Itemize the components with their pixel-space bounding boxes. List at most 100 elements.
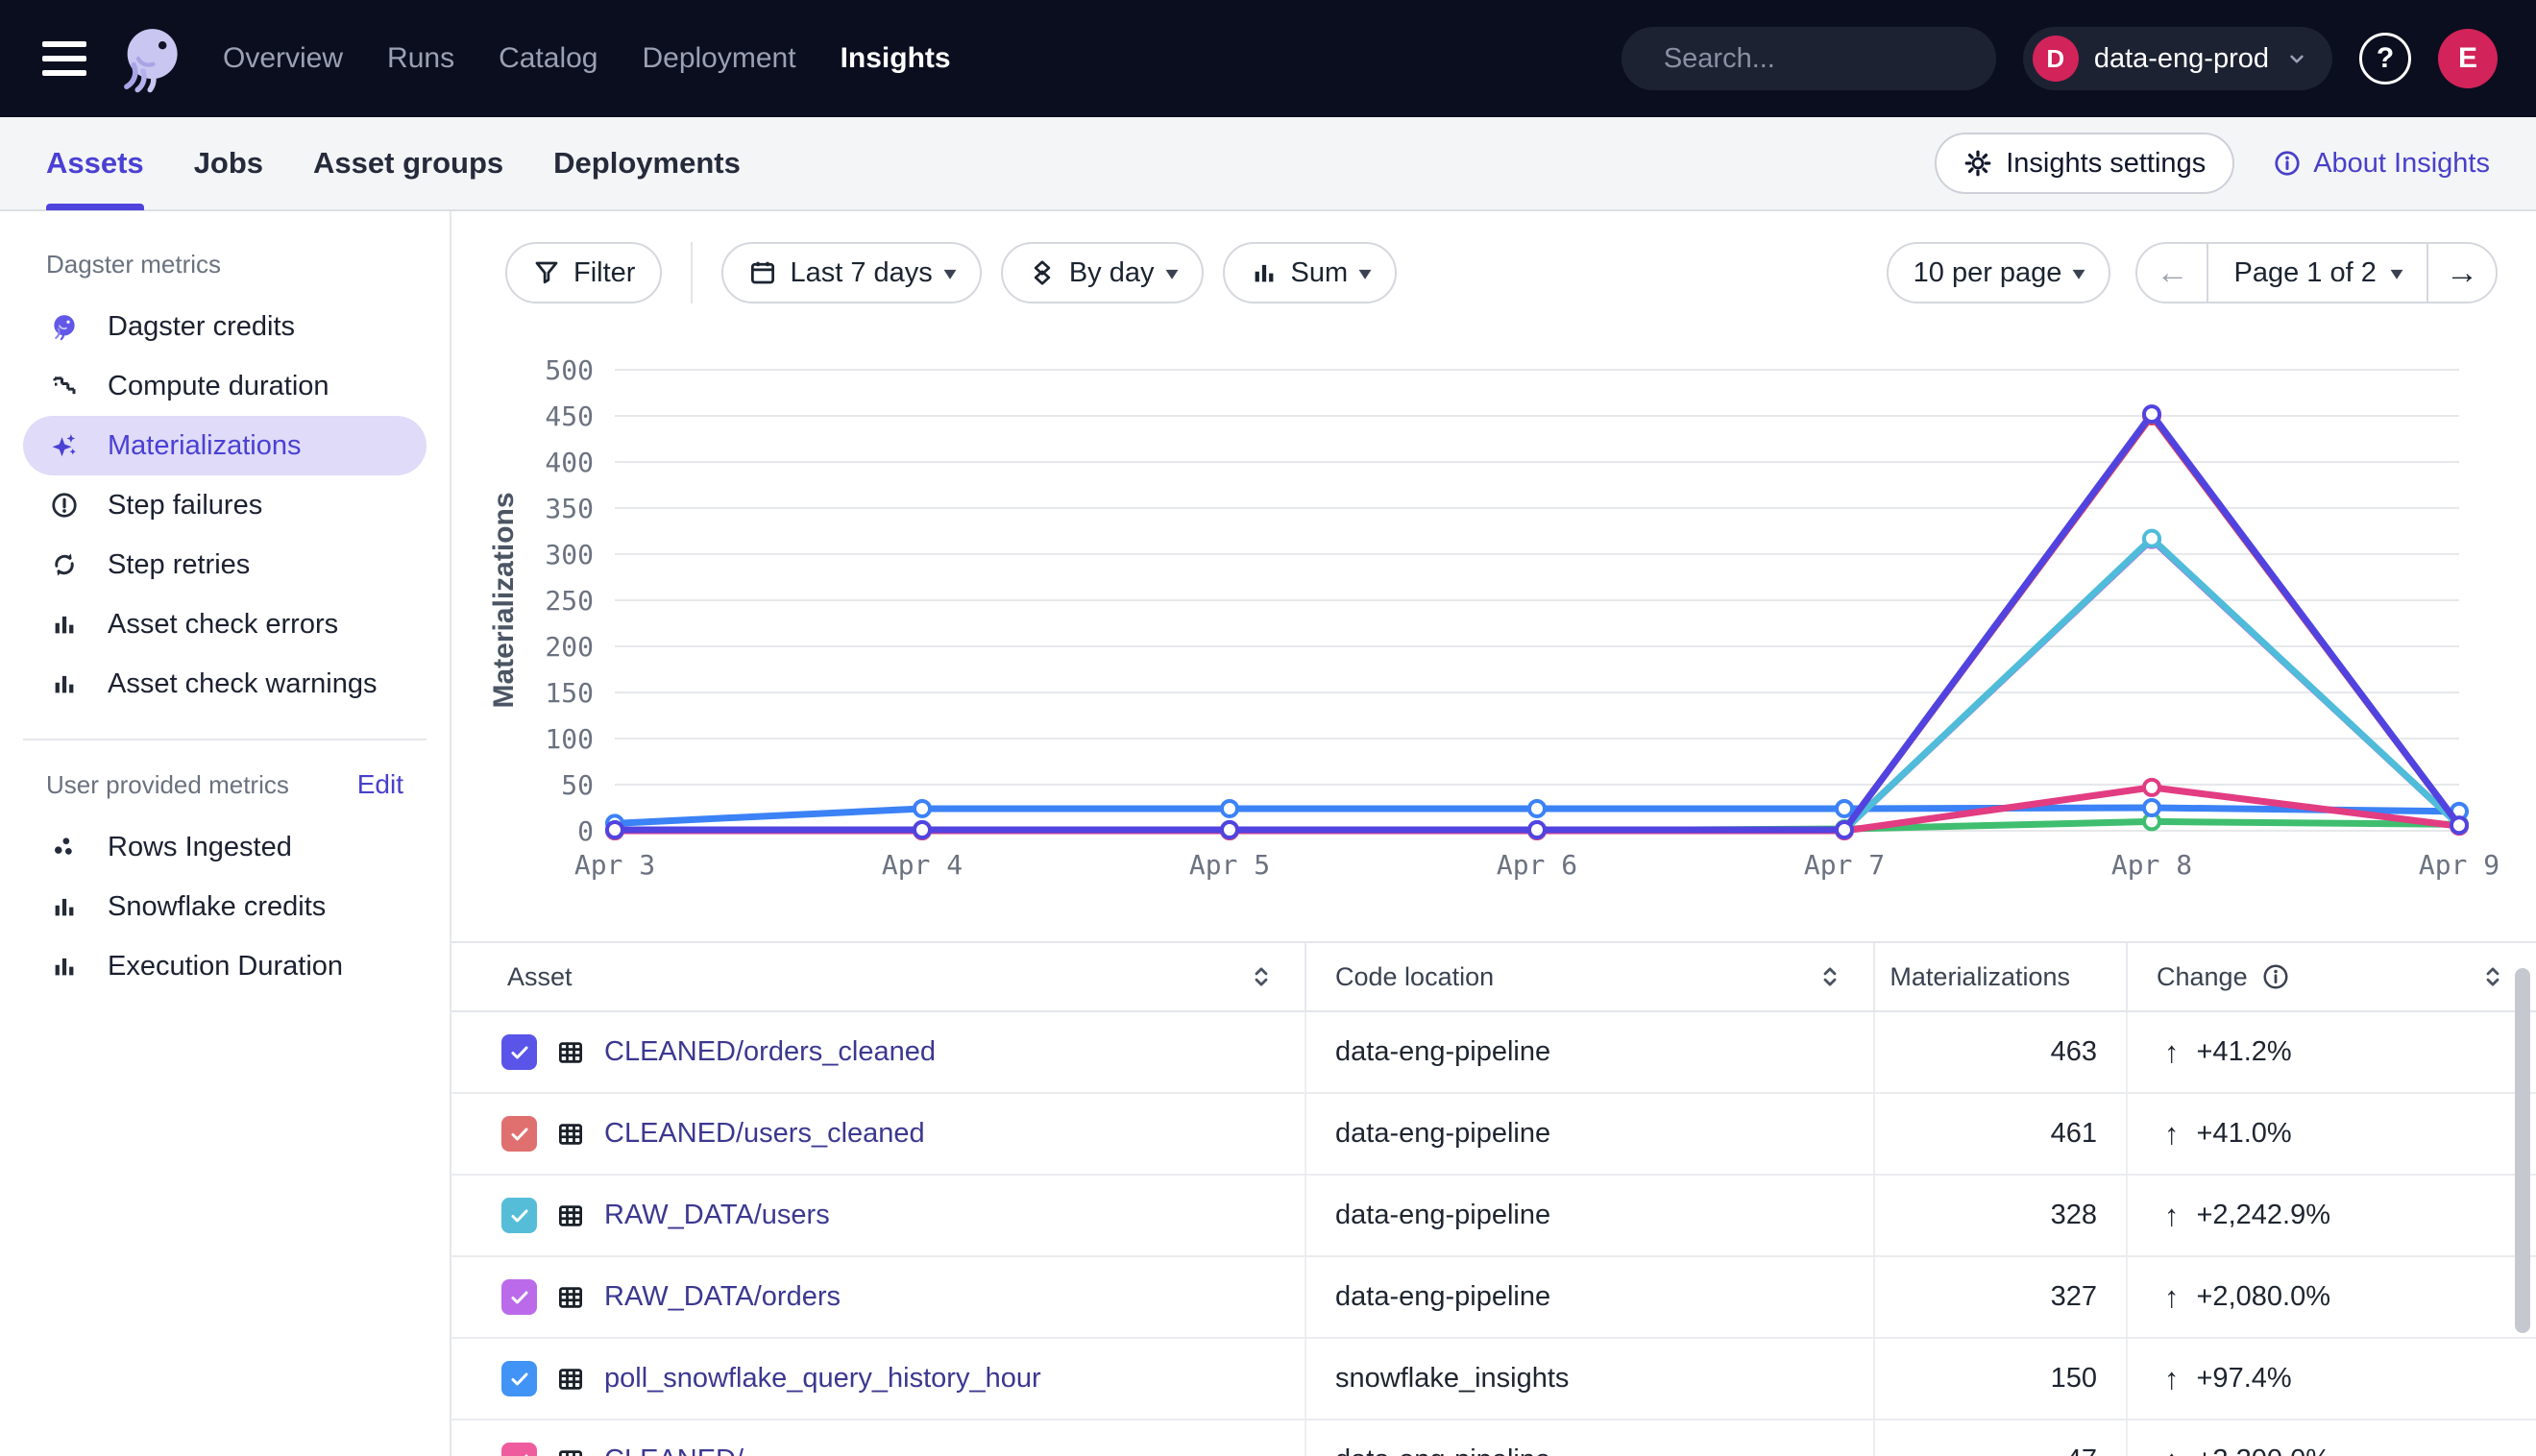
code-location-cell: data-eng-pipeline bbox=[1305, 1176, 1873, 1255]
x-axis-tick: Apr 3 bbox=[574, 849, 655, 881]
trend-up-icon: ↑ bbox=[2164, 1035, 2180, 1070]
x-axis-tick: Apr 4 bbox=[882, 849, 963, 881]
code-location-cell: data-eng-pipeline bbox=[1305, 1420, 1873, 1456]
chart-line-raw-data-orders bbox=[615, 540, 2459, 830]
chart-line-raw-data-users bbox=[615, 539, 2459, 830]
page-indicator-dropdown[interactable]: Page 1 of 2 ▾ bbox=[2207, 244, 2426, 302]
edit-metrics-link[interactable]: Edit bbox=[357, 769, 403, 800]
column-header-code-location[interactable]: Code location bbox=[1305, 943, 1873, 1010]
prev-page-button[interactable]: ← bbox=[2137, 244, 2207, 302]
asset-link[interactable]: poll_snowflake_query_history_hour bbox=[604, 1363, 1041, 1395]
chevron-down-icon bbox=[2284, 46, 2309, 71]
sidebar-item-label: Asset check warnings bbox=[108, 668, 377, 700]
nav-item-runs[interactable]: Runs bbox=[387, 42, 454, 75]
column-header-asset[interactable]: Asset bbox=[451, 943, 1305, 1010]
asset-cell: RAW_DATA/orders bbox=[451, 1257, 1305, 1337]
tab-deployments[interactable]: Deployments bbox=[553, 117, 741, 209]
materializations-cell: 461 bbox=[1873, 1094, 2126, 1174]
materializations-cell: 327 bbox=[1873, 1257, 2126, 1337]
sidebar-item-asset-check-errors[interactable]: Asset check errors bbox=[23, 595, 427, 654]
dots-icon bbox=[46, 829, 83, 865]
tab-asset-groups[interactable]: Asset groups bbox=[313, 117, 503, 209]
table-scrollbar[interactable] bbox=[2515, 968, 2530, 1333]
svg-text:400: 400 bbox=[545, 447, 594, 478]
tab-jobs[interactable]: Jobs bbox=[194, 117, 263, 209]
info-icon bbox=[2273, 149, 2302, 178]
aggregation-button[interactable]: Sum ▾ bbox=[1223, 242, 1398, 303]
change-cell: ↑+41.2% bbox=[2126, 1012, 2536, 1092]
tab-assets[interactable]: Assets bbox=[46, 117, 144, 209]
series-checkbox[interactable] bbox=[501, 1361, 537, 1396]
y-axis-label: Materializations bbox=[488, 492, 520, 708]
sidebar-item-dagster-credits[interactable]: Dagster credits bbox=[23, 297, 427, 356]
series-checkbox[interactable] bbox=[501, 1443, 537, 1456]
nav-item-insights[interactable]: Insights bbox=[841, 42, 951, 75]
table-asset-icon bbox=[556, 1446, 585, 1456]
series-checkbox[interactable] bbox=[501, 1116, 537, 1152]
change-cell: ↑+2,080.0% bbox=[2126, 1257, 2536, 1337]
per-page-dropdown[interactable]: 10 per page ▾ bbox=[1887, 242, 2111, 303]
change-value: +97.4% bbox=[2197, 1363, 2292, 1395]
dagster-logo-icon[interactable] bbox=[113, 21, 188, 96]
change-value: +2,242.9% bbox=[2197, 1200, 2330, 1231]
table-row: CLEANED/orders_cleaneddata-eng-pipeline4… bbox=[451, 1012, 2536, 1094]
sidebar-item-step-retries[interactable]: Step retries bbox=[23, 535, 427, 595]
change-cell: ↑+2,242.9% bbox=[2126, 1176, 2536, 1255]
series-checkbox[interactable] bbox=[501, 1034, 537, 1070]
change-value: +2,200.0% bbox=[2197, 1444, 2330, 1456]
chevron-down-icon: ▾ bbox=[2390, 261, 2402, 285]
series-checkbox[interactable] bbox=[501, 1198, 537, 1233]
global-search[interactable]: / bbox=[1622, 27, 1996, 90]
sidebar-item-compute-duration[interactable]: Compute duration bbox=[23, 356, 427, 416]
trend-up-icon: ↑ bbox=[2164, 1362, 2180, 1396]
sidebar-item-materializations[interactable]: Materializations bbox=[23, 416, 427, 475]
sidebar-item-rows-ingested[interactable]: Rows Ingested bbox=[23, 817, 427, 877]
filter-button[interactable]: Filter bbox=[505, 242, 662, 303]
insights-settings-button[interactable]: Insights settings bbox=[1935, 133, 2234, 194]
about-insights-link[interactable]: About Insights bbox=[2273, 148, 2490, 180]
sidebar-item-label: Materializations bbox=[108, 430, 301, 462]
date-range-button[interactable]: Last 7 days ▾ bbox=[721, 242, 981, 303]
chart-toolbar: Filter Last 7 days ▾ By day ▾ Sum ▾ bbox=[451, 211, 2536, 336]
sidebar-section-title: Dagster metrics bbox=[46, 250, 221, 279]
sidebar-item-asset-check-warnings[interactable]: Asset check warnings bbox=[23, 654, 427, 714]
search-input[interactable] bbox=[1664, 43, 2026, 75]
sidebar-item-execution-duration[interactable]: Execution Duration bbox=[23, 936, 427, 996]
svg-text:200: 200 bbox=[545, 631, 594, 663]
deployment-switcher[interactable]: D data-eng-prod bbox=[2023, 27, 2332, 90]
materializations-cell: 328 bbox=[1873, 1176, 2126, 1255]
table-row: RAW_DATA/ordersdata-eng-pipeline327↑+2,0… bbox=[451, 1257, 2536, 1339]
asset-link[interactable]: CLEANED/orders_cleaned bbox=[604, 1036, 936, 1068]
materializations-cell: 150 bbox=[1873, 1339, 2126, 1419]
sort-icon[interactable] bbox=[2478, 962, 2507, 991]
help-icon[interactable]: ? bbox=[2359, 33, 2411, 85]
group-by-button[interactable]: By day ▾ bbox=[1001, 242, 1204, 303]
steps-icon bbox=[46, 368, 83, 404]
column-header-materializations[interactable]: Materializations bbox=[1873, 943, 2126, 1010]
materializations-line-chart: 050100150200250300350400450500Apr 3Apr 4… bbox=[451, 336, 2536, 941]
nav-item-deployment[interactable]: Deployment bbox=[642, 42, 795, 75]
series-checkbox[interactable] bbox=[501, 1279, 537, 1315]
sidebar-item-step-failures[interactable]: Step failures bbox=[23, 475, 427, 535]
table-asset-icon bbox=[556, 1201, 585, 1230]
table-header-row: Asset Code location Materializations Cha… bbox=[451, 943, 2536, 1012]
asset-link[interactable]: RAW_DATA/users bbox=[604, 1200, 830, 1231]
chart-line-cleaned-users-cleaned bbox=[615, 416, 2459, 830]
column-header-change[interactable]: Change bbox=[2126, 943, 2536, 1010]
user-avatar[interactable]: E bbox=[2438, 29, 2498, 88]
asset-link[interactable]: CLEANED/users_cleaned bbox=[604, 1118, 925, 1150]
sidebar-item-snowflake-credits[interactable]: Snowflake credits bbox=[23, 877, 427, 936]
info-icon[interactable] bbox=[2261, 962, 2290, 991]
change-cell: ↑ +97.4% bbox=[2126, 1339, 2536, 1419]
menu-icon[interactable] bbox=[42, 41, 86, 76]
next-page-button[interactable]: → bbox=[2426, 244, 2496, 302]
nav-item-catalog[interactable]: Catalog bbox=[499, 42, 597, 75]
primary-nav: Overview Runs Catalog Deployment Insights bbox=[223, 42, 951, 75]
asset-link[interactable]: CLEANED/... bbox=[604, 1444, 767, 1456]
nav-item-overview[interactable]: Overview bbox=[223, 42, 343, 75]
asset-link[interactable]: RAW_DATA/orders bbox=[604, 1281, 841, 1313]
sort-icon[interactable] bbox=[1247, 962, 1276, 991]
svg-text:150: 150 bbox=[545, 677, 594, 709]
sort-icon[interactable] bbox=[1816, 962, 1844, 991]
table-asset-icon bbox=[556, 1120, 585, 1149]
